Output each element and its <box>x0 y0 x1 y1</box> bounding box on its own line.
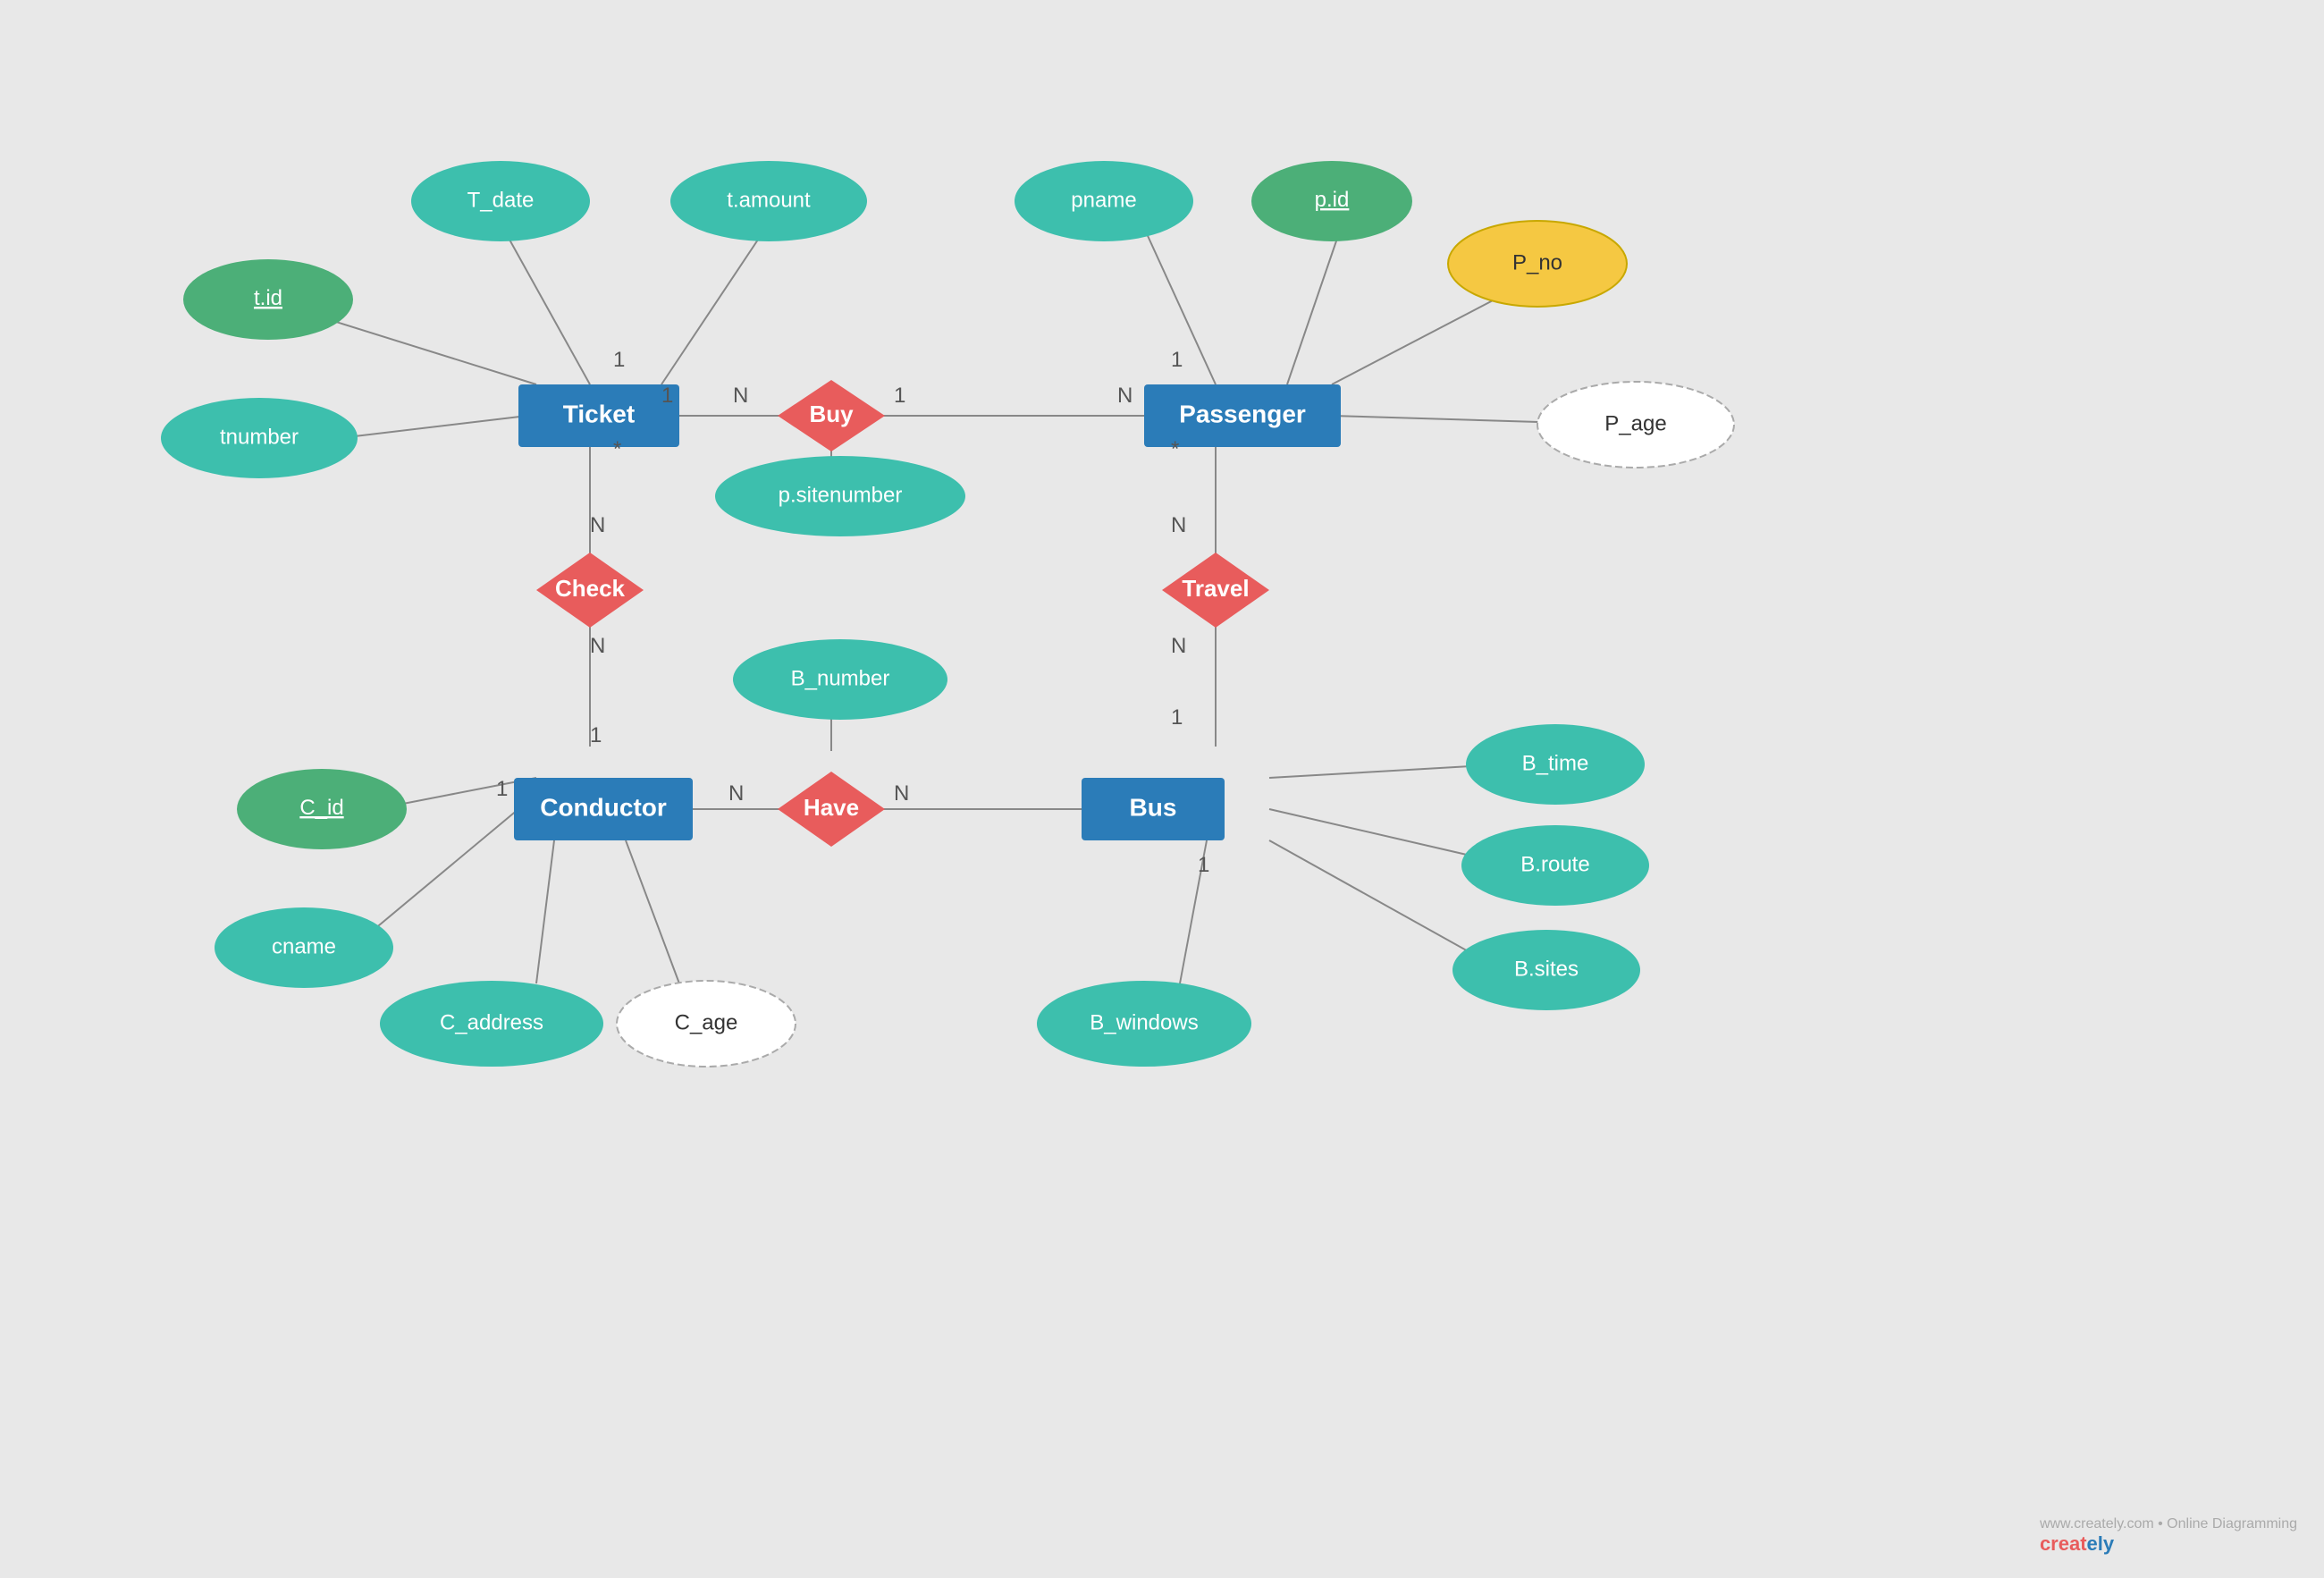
c-address-attr-label: C_address <box>440 1010 543 1034</box>
b-route-attr-label: B.route <box>1520 852 1589 876</box>
b-sites-attr-label: B.sites <box>1514 957 1579 981</box>
cardinality-buy-n-pass: N <box>1117 384 1133 408</box>
travel-relation-label: Travel <box>1182 575 1249 602</box>
cardinality-check-n-top: N <box>590 513 605 537</box>
cardinality-pass-star: * <box>1171 437 1179 461</box>
creately-watermark: www.creately.com • Online Diagramming cr… <box>2040 1516 2297 1556</box>
tnumber-attr-label: tnumber <box>220 425 299 449</box>
cardinality-ticket-1: 1 <box>613 348 625 372</box>
cardinality-buy-1-ticket: 1 <box>661 384 673 408</box>
conductor-entity-label: Conductor <box>540 793 667 821</box>
p-id-attr-label: p.id <box>1315 188 1350 212</box>
ticket-entity-label: Ticket <box>563 400 635 427</box>
t-amount-attr-label: t.amount <box>727 188 811 212</box>
creately-brand: creately <box>2040 1532 2114 1555</box>
cardinality-conductor-1a: 1 <box>496 777 508 801</box>
cardinality-travel-1: 1 <box>1171 705 1183 730</box>
bus-entity-label: Bus <box>1130 793 1177 821</box>
b-windows-attr-label: B_windows <box>1090 1010 1198 1034</box>
cname-attr-label: cname <box>272 934 336 958</box>
b-number-attr-label: B_number <box>791 666 890 690</box>
check-relation-label: Check <box>555 575 626 602</box>
p-no-attr-label: P_no <box>1512 250 1562 274</box>
cardinality-have-n-cond: N <box>728 781 744 806</box>
buy-relation-label: Buy <box>809 401 854 427</box>
cardinality-check-n-bot: N <box>590 634 605 658</box>
cardinality-have-n-bus: N <box>894 781 909 806</box>
er-diagram-canvas: Ticket Passenger Conductor Bus Buy Check… <box>0 0 2324 1574</box>
have-relation-label: Have <box>804 794 859 821</box>
b-time-attr-label: B_time <box>1522 751 1589 775</box>
c-age-attr-label: C_age <box>675 1010 738 1034</box>
p-age-attr-label: P_age <box>1604 411 1666 435</box>
cardinality-buy-n-ticket: N <box>733 384 748 408</box>
cardinality-buy-1-pass: 1 <box>894 384 905 408</box>
cardinality-bus-1: 1 <box>1198 853 1209 877</box>
creately-sub-text: www.creately.com • Online Diagramming <box>2040 1516 2297 1532</box>
t-id-attr-label: t.id <box>254 286 282 310</box>
cardinality-conductor-1b: 1 <box>590 723 602 747</box>
cardinality-travel-n-top: N <box>1171 513 1186 537</box>
c-id-attr-label: C_id <box>299 796 343 820</box>
cardinality-ticket-star: * <box>613 437 621 461</box>
cardinality-travel-n-bot: N <box>1171 634 1186 658</box>
p-sitenumber-attr-label: p.sitenumber <box>779 483 903 507</box>
cardinality-pass-1: 1 <box>1171 348 1183 372</box>
passenger-entity-label: Passenger <box>1179 400 1306 427</box>
pname-attr-label: pname <box>1071 188 1136 212</box>
t-date-attr-label: T_date <box>467 188 535 212</box>
